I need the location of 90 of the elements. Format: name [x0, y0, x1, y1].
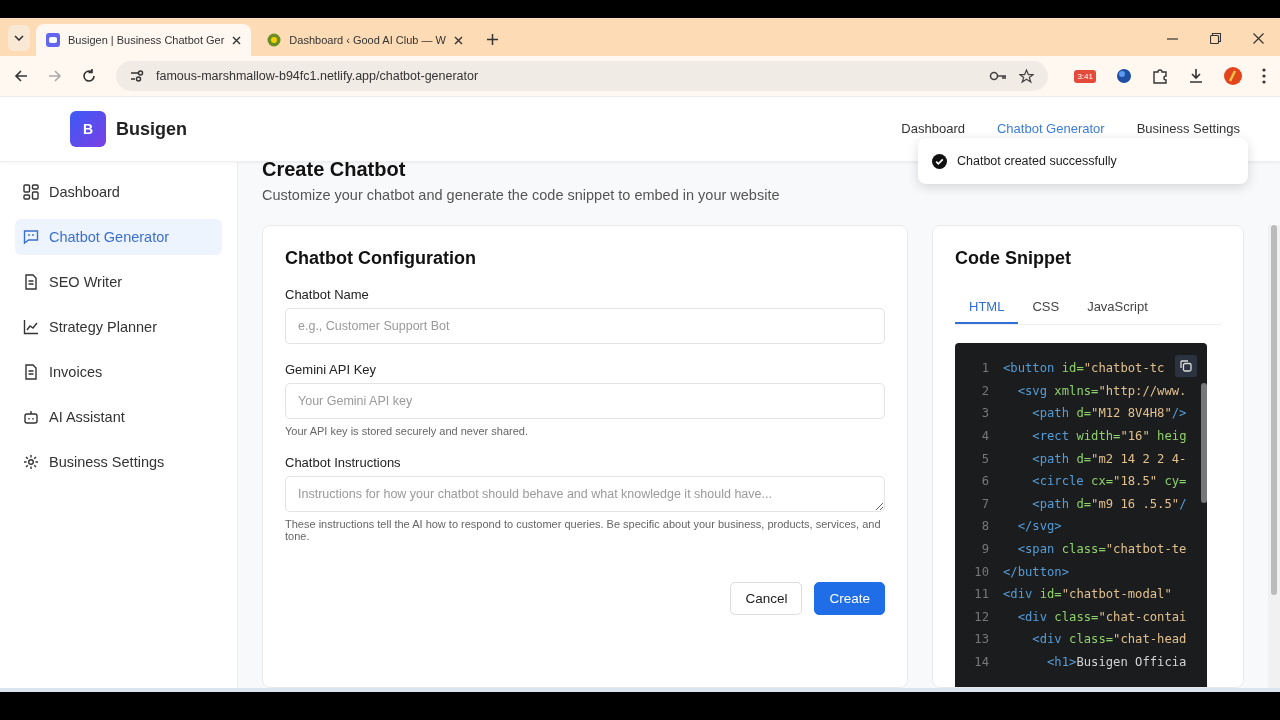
line-number: 11: [973, 587, 990, 602]
extension-badge[interactable]: 3:41: [1074, 69, 1096, 83]
toast-message: Chatbot created successfully: [957, 154, 1117, 168]
robot-icon: [23, 409, 39, 425]
code-tab[interactable]: JavaScript: [1073, 291, 1162, 324]
code-line: <path d="m2 14 2 2 4-: [1031, 451, 1187, 466]
line-number: 12: [973, 609, 990, 624]
minimize-icon[interactable]: [1167, 37, 1178, 40]
puzzle-icon[interactable]: [1152, 68, 1168, 84]
logo-tile: B: [70, 111, 106, 147]
line-number: 14: [973, 655, 990, 669]
line-number: 2: [980, 383, 990, 398]
download-icon[interactable]: [1188, 68, 1204, 84]
code-line: <h1>Busigen Officia: [1046, 655, 1187, 669]
address-bar[interactable]: famous-marshmallow-b94fc1.netlify.app/chatbot-generator: [116, 61, 1049, 91]
line-number: 9: [980, 542, 990, 557]
more-icon[interactable]: [1262, 68, 1266, 84]
code-line: <span class="chatbot-te: [1016, 542, 1187, 557]
line-number: 4: [980, 429, 990, 444]
circle-icon: [267, 33, 282, 47]
copy-icon[interactable]: [1175, 355, 1197, 377]
card-title: Code Snippet: [955, 248, 1072, 269]
code-line: <div class="chat-contai: [1016, 609, 1187, 624]
sidebar-item[interactable]: SEO Writer: [15, 264, 222, 300]
code-tab[interactable]: CSS: [1018, 291, 1074, 324]
code-line: </button>: [1003, 564, 1070, 579]
input-field[interactable]: Your Gemini API key: [285, 383, 885, 419]
line-number: 7: [980, 496, 990, 511]
site-settings-icon[interactable]: [130, 69, 144, 83]
sidebar-item[interactable]: Strategy Planner: [15, 309, 222, 345]
code-line: <svg xmlns="http://www.: [1016, 383, 1187, 398]
document-icon: [23, 364, 39, 380]
code-line: </svg>: [1016, 519, 1062, 534]
card-title: Chatbot Configuration: [285, 248, 477, 269]
document-icon: [23, 274, 39, 290]
line-chart-icon: [23, 319, 39, 335]
sidebar-item[interactable]: Business Settings: [15, 444, 222, 480]
line-number: 3: [980, 406, 990, 421]
page-subtitle: Customize your chatbot and generate the code snippet to embed in your website: [262, 187, 781, 203]
code-tab[interactable]: HTML: [955, 291, 1019, 324]
line-number: 5: [980, 451, 990, 466]
line-number: 1: [980, 361, 990, 376]
code-line: <div class="chat-head: [1031, 632, 1187, 647]
code-line: <path d="M12 8V4H8"/>: [1031, 406, 1187, 421]
code-line: <path d="m9 16 .5.5"/: [1031, 496, 1187, 511]
restore-icon[interactable]: [1210, 33, 1221, 44]
create-button[interactable]: Create: [814, 582, 885, 615]
field-hint: These instructions tell the AI how to respond to customer queries. Be specific about your business, products, services, and tone.: [285, 518, 882, 542]
input-field[interactable]: e.g., Customer Support Bot: [285, 308, 885, 344]
code-line: <rect width="16" heig: [1031, 429, 1187, 444]
line-number: 10: [973, 564, 990, 579]
back-icon[interactable]: [14, 69, 28, 83]
sidebar-item[interactable]: AI Assistant: [15, 399, 222, 435]
line-number: 13: [973, 632, 990, 647]
cancel-button[interactable]: Cancel: [730, 582, 803, 615]
code-line: <circle cx="18.5" cy=: [1031, 474, 1187, 489]
browser-tab[interactable]: Busigen | Business Chatbot Ger: [36, 24, 252, 56]
check-circle-icon: [932, 153, 947, 169]
reload-icon[interactable]: [82, 69, 96, 83]
text-area[interactable]: Instructions for how your chatbot should behave and what knowledge it should have...: [285, 476, 885, 512]
close-icon[interactable]: [453, 35, 463, 45]
code-line: <button id="chatbot-tc: [1003, 361, 1165, 376]
star-icon[interactable]: [1019, 68, 1035, 84]
caret-icon: [14, 35, 24, 41]
sidebar-item[interactable]: Dashboard: [15, 174, 222, 210]
tab-list-button[interactable]: [8, 25, 30, 51]
field-label: Chatbot Name: [285, 287, 370, 302]
code-line: <div id="chatbot-modal": [1003, 587, 1172, 602]
avatar-icon[interactable]: [1224, 67, 1242, 85]
close-icon[interactable]: [1253, 33, 1264, 44]
field-label: Gemini API Key: [285, 362, 378, 377]
page-title: Create Chatbot: [262, 158, 406, 181]
globe-icon[interactable]: [1116, 68, 1132, 84]
sidebar-item[interactable]: Invoices: [15, 354, 222, 390]
grid-icon: [23, 184, 39, 200]
nav-link[interactable]: Business Settings: [1136, 121, 1240, 136]
settings-icon: [23, 454, 39, 470]
close-icon[interactable]: [232, 35, 242, 45]
nav-link[interactable]: Chatbot Generator: [996, 121, 1105, 136]
field-label: Chatbot Instructions: [285, 455, 402, 470]
nav-link[interactable]: Dashboard: [901, 121, 965, 136]
field-hint: Your API key is stored securely and never shared.: [285, 425, 529, 437]
plus-icon[interactable]: [486, 34, 498, 45]
key-icon[interactable]: [989, 70, 1008, 82]
sidebar-item[interactable]: Chatbot Generator: [15, 219, 222, 255]
browser-tab[interactable]: Dashboard ‹ Good AI Club — W: [257, 24, 473, 56]
url-text: famous-marshmallow-b94fc1.netlify.app/chatbot-generator: [156, 69, 479, 83]
line-number: 8: [980, 519, 990, 534]
line-number: 6: [980, 474, 990, 489]
app-name: Busigen: [116, 118, 187, 140]
